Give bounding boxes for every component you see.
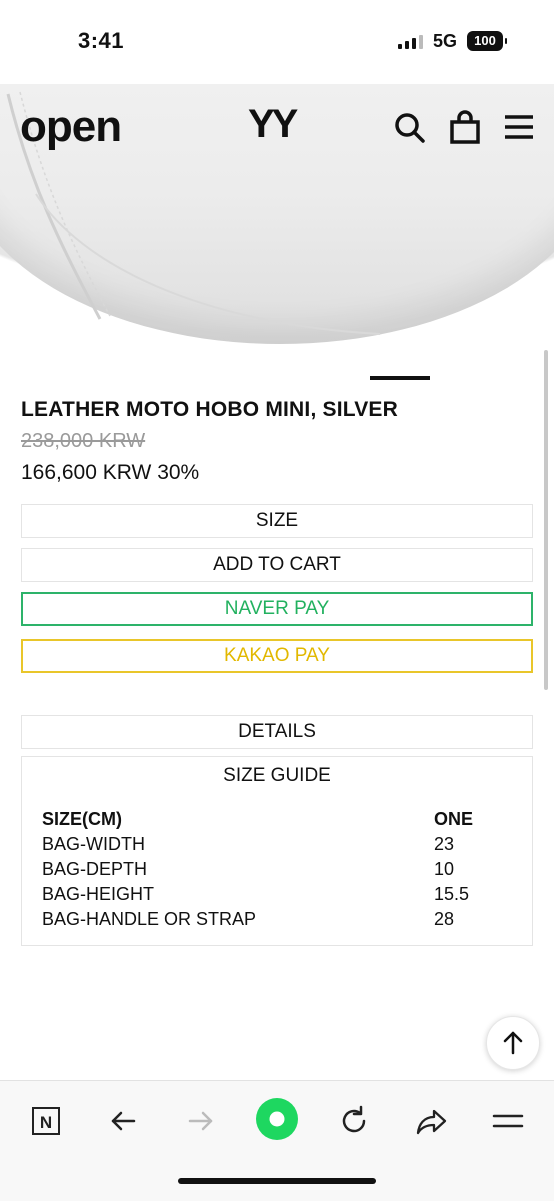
size-label: BAG-DEPTH [42, 859, 148, 879]
kakao-pay-button[interactable]: KAKAO PAY [21, 639, 533, 673]
size-guide-header-value: ONE [434, 809, 474, 829]
brand-monogram[interactable]: YY [248, 102, 298, 147]
table-row: BAG-HANDLE OR STRAP 28 [42, 907, 473, 932]
size-label: BAG-HANDLE OR STRAP [42, 909, 257, 929]
size-guide-title[interactable]: SIZE GUIDE [22, 765, 532, 787]
search-icon[interactable] [392, 110, 426, 144]
size-guide-header-row: SIZE(CM) ONE [42, 807, 473, 832]
scroll-to-top-button[interactable] [486, 1016, 540, 1070]
site-logo[interactable]: open [20, 102, 122, 152]
network-label: 5G [433, 31, 458, 51]
size-value: 15.5 [434, 884, 470, 904]
details-button[interactable]: DETAILS [21, 715, 533, 749]
product-title: LEATHER MOTO HOBO MINI, SILVER [21, 398, 399, 421]
tabs-icon[interactable]: N [26, 1101, 66, 1141]
scrollbar[interactable] [544, 350, 548, 690]
naver-pay-button[interactable]: NAVER PAY [21, 592, 533, 626]
home-icon[interactable] [255, 1097, 299, 1141]
size-label: BAG-HEIGHT [42, 884, 155, 904]
original-price: 238,000 KRW [21, 430, 146, 452]
size-guide-panel: SIZE GUIDE SIZE(CM) ONE BAG-WIDTH 23 BAG… [21, 756, 533, 946]
size-value: 10 [434, 859, 455, 879]
status-bar: 3:41 5G 100 [0, 0, 554, 84]
size-guide-header-label: SIZE(CM) [42, 809, 122, 829]
size-value: 28 [434, 909, 455, 929]
menu-icon[interactable] [502, 110, 536, 144]
reload-icon[interactable] [334, 1101, 374, 1141]
add-to-cart-button[interactable]: ADD TO CART [21, 548, 533, 582]
size-label: BAG-WIDTH [42, 834, 145, 854]
signal-icon [398, 35, 423, 49]
bag-icon[interactable] [448, 110, 482, 144]
size-guide-table: SIZE(CM) ONE BAG-WIDTH 23 BAG-DEPTH 10 B… [42, 807, 473, 932]
back-icon[interactable] [104, 1101, 144, 1141]
share-icon[interactable] [412, 1101, 452, 1141]
sale-price: 166,600 KRW 30% [21, 461, 200, 484]
size-button[interactable]: SIZE [21, 504, 533, 538]
table-row: BAG-WIDTH 23 [42, 832, 473, 857]
arrow-up-icon [503, 1031, 523, 1055]
size-value: 23 [434, 834, 455, 854]
status-time: 3:41 [78, 28, 125, 53]
home-indicator [178, 1178, 376, 1184]
forward-icon[interactable] [180, 1101, 220, 1141]
menu-icon[interactable] [488, 1101, 528, 1141]
site-header: open YY [0, 84, 554, 164]
svg-text:N: N [40, 1113, 52, 1132]
image-carousel-indicator [370, 376, 430, 380]
table-row: BAG-DEPTH 10 [42, 857, 473, 882]
table-row: BAG-HEIGHT 15.5 [42, 882, 473, 907]
battery-icon: 100 [467, 31, 507, 51]
